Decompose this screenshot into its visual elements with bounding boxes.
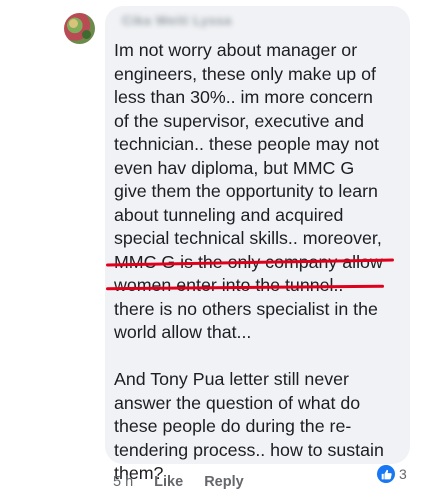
comment-line: And Tony Pua letter still never xyxy=(114,369,349,389)
comment-line: engineers, these only make up of xyxy=(114,63,376,84)
comment-line: less than 30%.. im more concern xyxy=(114,87,373,107)
comment-line: of the supervisor, executive and xyxy=(114,110,365,131)
comment-line: give them the opportunity to learn xyxy=(114,181,378,201)
comment-line: technician.. these people may not xyxy=(114,134,379,154)
comment-line: even hav diploma, but MMC G xyxy=(114,157,355,178)
comment-line: these people do during the re- xyxy=(114,416,352,436)
comment-line: there is no others specialist in the xyxy=(114,298,378,319)
comment-line: about tunneling and acquired xyxy=(114,204,344,225)
reply-button[interactable]: Reply xyxy=(204,474,244,490)
avatar-detail xyxy=(69,19,78,28)
thumbs-up-icon xyxy=(377,465,395,483)
reaction-count: 3 xyxy=(399,466,407,482)
timestamp[interactable]: 5 h xyxy=(113,474,133,490)
comment-actions: 5 h Like Reply xyxy=(113,473,265,491)
comment-line: tendering process.. how to sustain xyxy=(114,439,384,460)
paragraph-break xyxy=(114,345,406,369)
comment-line: Im not worry about manager or xyxy=(114,40,358,60)
comment-line: answer the question of what do xyxy=(114,392,361,413)
like-button[interactable]: Like xyxy=(154,474,183,490)
avatar-detail xyxy=(82,30,91,39)
comment-bubble: Cika Weiti Lyssa Im not worry about mana… xyxy=(105,6,410,483)
comment-line: world allow that... xyxy=(114,322,252,342)
avatar[interactable] xyxy=(64,13,95,44)
comment-line: special technical skills.. moreover, xyxy=(114,228,382,248)
reaction-summary[interactable]: 3 xyxy=(374,464,410,484)
author-name[interactable]: Cika Weiti Lyssa xyxy=(122,13,231,28)
